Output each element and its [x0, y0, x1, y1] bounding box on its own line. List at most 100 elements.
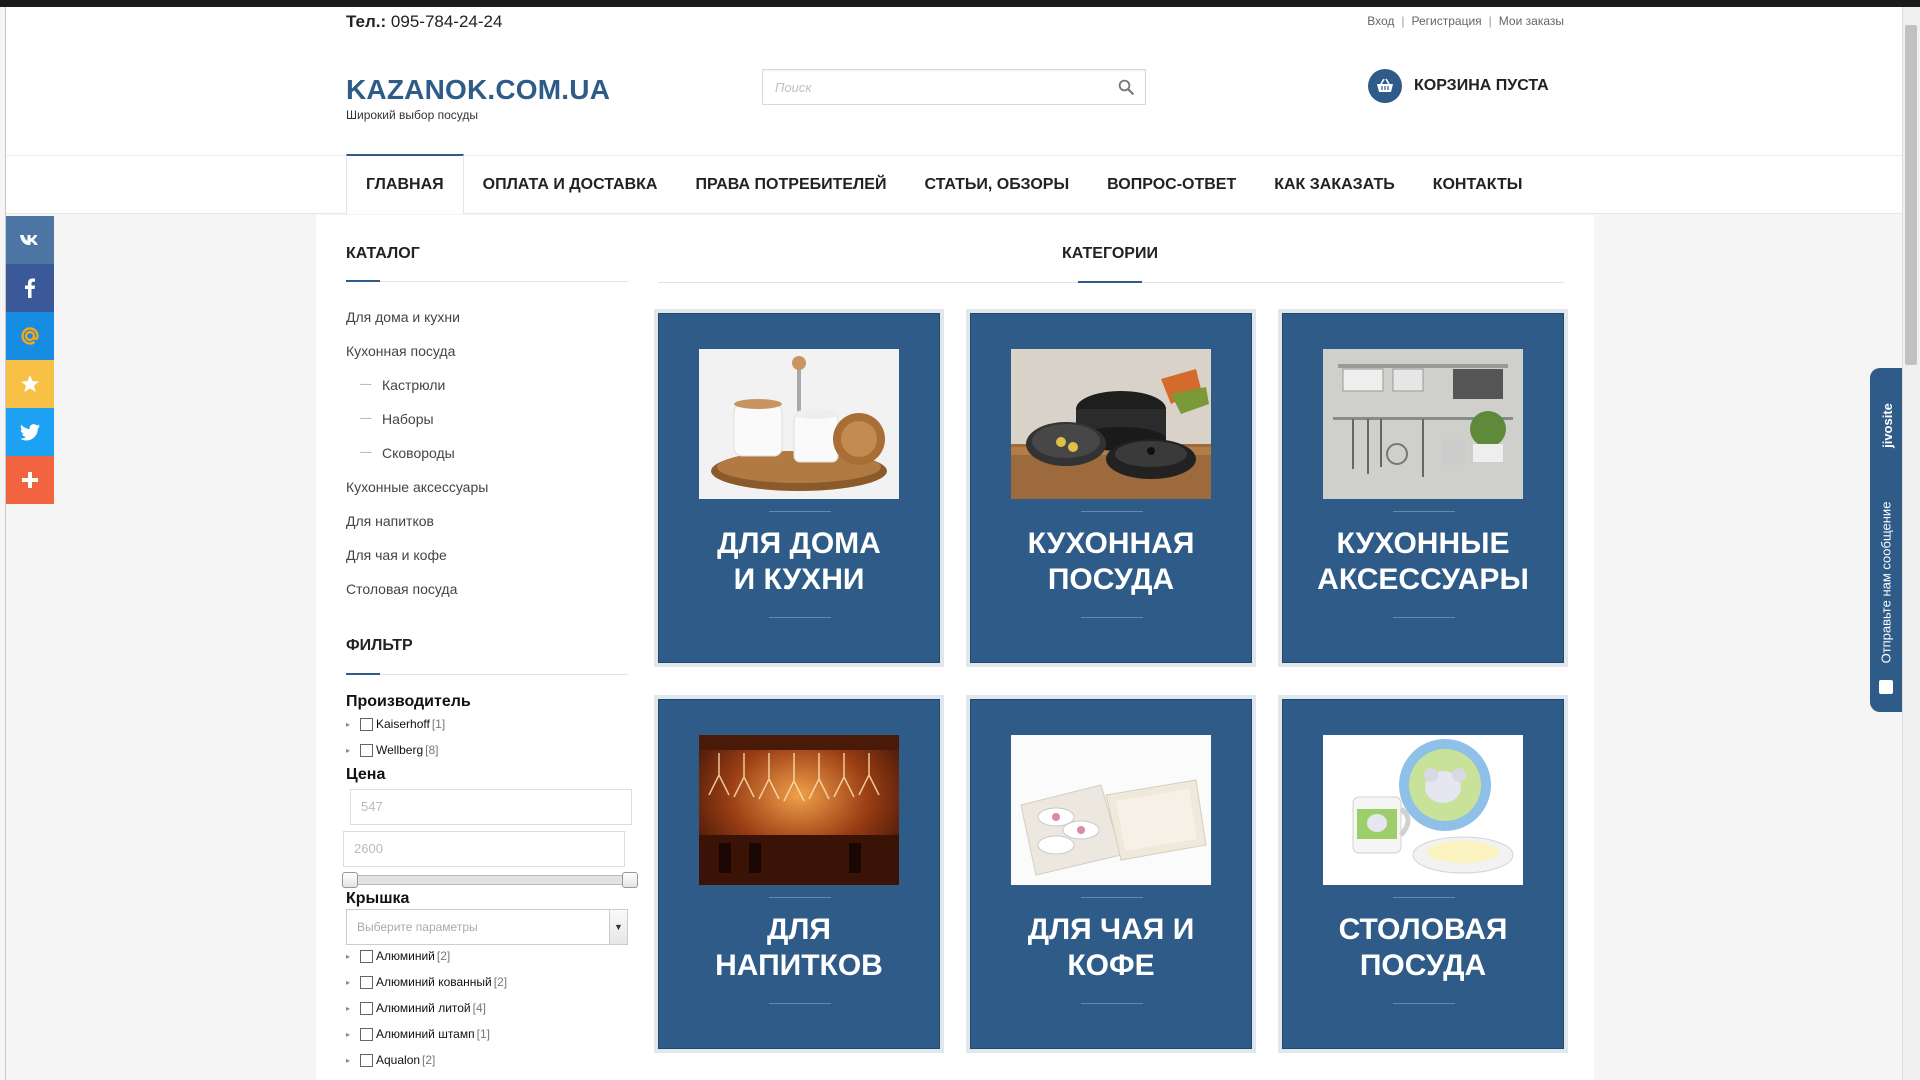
- category-title[interactable]: СТОЛОВАЯ ПОСУДА: [1283, 912, 1563, 984]
- chat-prompt[interactable]: Отправьте нам сообщение: [1869, 492, 1903, 672]
- chat-icon[interactable]: [1879, 680, 1893, 694]
- checkbox[interactable]: [360, 1027, 373, 1041]
- price-slider-track[interactable]: [345, 875, 637, 885]
- catalog-item-drinks[interactable]: Для напитков: [346, 509, 488, 543]
- category-title[interactable]: КУХОННЫЕ АКСЕССУАРЫ: [1283, 526, 1563, 598]
- category-card-drinks[interactable]: ДЛЯ НАПИТКОВ: [654, 695, 944, 1053]
- manufacturer-option[interactable]: ▸ Wellberg [8]: [346, 743, 438, 757]
- account-links: Вход | Регистрация | Мои заказы: [1367, 14, 1564, 28]
- category-image[interactable]: [1323, 735, 1523, 885]
- option-count: [4]: [472, 1001, 486, 1015]
- divider: [769, 511, 831, 512]
- option-name: Алюминий штамп: [376, 1027, 475, 1041]
- category-title[interactable]: ДЛЯ ДОМА И КУХНИ: [659, 526, 939, 598]
- category-title[interactable]: ДЛЯ ЧАЯ И КОФЕ: [971, 912, 1251, 984]
- facebook-icon[interactable]: [6, 264, 54, 312]
- search-input[interactable]: [763, 70, 1093, 104]
- divider: [1393, 897, 1455, 898]
- nav-faq[interactable]: ВОПРОС-ОТВЕТ: [1088, 156, 1255, 214]
- catalog-item-tea-coffee[interactable]: Для чая и кофе: [346, 543, 488, 577]
- lid-option[interactable]: ▸ Алюминий литой [4]: [346, 1001, 486, 1015]
- mail-icon[interactable]: [6, 312, 54, 360]
- login-link[interactable]: Вход: [1367, 14, 1394, 28]
- catalog-item-cookware[interactable]: Кухонная посуда: [346, 339, 488, 373]
- chevron-down-icon[interactable]: ▼: [609, 910, 627, 944]
- category-card-tableware[interactable]: СТОЛОВАЯ ПОСУДА: [1278, 695, 1568, 1053]
- expand-arrow-icon[interactable]: ▸: [346, 978, 360, 987]
- expand-arrow-icon[interactable]: ▸: [346, 1056, 360, 1065]
- lid-option[interactable]: ▸ Алюминий штамп [1]: [346, 1027, 490, 1041]
- catalog-item-tableware[interactable]: Столовая посуда: [346, 577, 488, 611]
- price-slider-min-handle[interactable]: [342, 872, 358, 888]
- category-image[interactable]: [699, 349, 899, 499]
- plus-icon[interactable]: [6, 456, 54, 504]
- search-icon[interactable]: [1117, 78, 1135, 96]
- checkbox[interactable]: [360, 743, 373, 757]
- option-name: Алюминий литой: [376, 1001, 471, 1015]
- manufacturer-option[interactable]: ▸ Kaiserhoff [1]: [346, 717, 445, 731]
- price-slider-max-handle[interactable]: [622, 872, 638, 888]
- category-card-tea-coffee[interactable]: ДЛЯ ЧАЯ И КОФЕ: [966, 695, 1256, 1053]
- checkbox[interactable]: [360, 949, 373, 963]
- divider: [1393, 511, 1455, 512]
- nav-articles[interactable]: СТАТЬИ, ОБЗОРЫ: [905, 156, 1088, 214]
- catalog-list: Для дома и кухни Кухонная посуда Кастрюл…: [346, 305, 488, 611]
- lid-label: Крышка: [346, 890, 410, 907]
- catalog-item-pots[interactable]: Кастрюли: [346, 373, 488, 407]
- option-name: Aqualon: [376, 1053, 421, 1067]
- main-nav: ГЛАВНАЯ ОПЛАТА И ДОСТАВКА ПРАВА ПОТРЕБИТ…: [346, 154, 1542, 214]
- cart[interactable]: КОРЗИНА ПУСТА: [1368, 69, 1549, 103]
- catalog-item-accessories[interactable]: Кухонные аксессуары: [346, 475, 488, 509]
- catalog-item-frying-pans[interactable]: Сковороды: [346, 441, 488, 475]
- checkbox[interactable]: [360, 717, 373, 731]
- register-link[interactable]: Регистрация: [1412, 14, 1482, 28]
- vk-icon[interactable]: [6, 216, 54, 264]
- category-card-cookware[interactable]: КУХОННАЯ ПОСУДА: [966, 309, 1256, 667]
- manufacturer-label: Производитель: [346, 693, 471, 710]
- category-image[interactable]: [1323, 349, 1523, 499]
- category-image[interactable]: [699, 735, 899, 885]
- price-max-input[interactable]: 2600: [343, 831, 625, 867]
- option-name: Kaiserhoff: [376, 717, 430, 731]
- cart-status[interactable]: КОРЗИНА ПУСТА: [1414, 77, 1549, 95]
- star-icon[interactable]: [6, 360, 54, 408]
- category-image[interactable]: [1011, 349, 1211, 499]
- twitter-icon[interactable]: [6, 408, 54, 456]
- jivosite-logo[interactable]: jivosite: [1872, 395, 1902, 455]
- expand-arrow-icon[interactable]: ▸: [346, 952, 360, 961]
- chat-brand: jivosite: [1879, 402, 1895, 448]
- checkbox[interactable]: [360, 1001, 373, 1015]
- lid-option[interactable]: ▸ Aqualon [2]: [346, 1053, 435, 1067]
- category-card-accessories[interactable]: КУХОННЫЕ АКСЕССУАРЫ: [1278, 309, 1568, 667]
- category-title[interactable]: ДЛЯ НАПИТКОВ: [659, 912, 939, 984]
- select-placeholder: Выберите параметры: [357, 920, 478, 934]
- nav-how-to-order[interactable]: КАК ЗАКАЗАТЬ: [1255, 156, 1413, 214]
- category-card-home-kitchen[interactable]: ДЛЯ ДОМА И КУХНИ: [654, 309, 944, 667]
- basket-icon[interactable]: [1368, 69, 1402, 103]
- chat-prompt-text: Отправьте нам сообщение: [1878, 501, 1894, 663]
- lid-select[interactable]: Выберите параметры ▼: [346, 909, 628, 945]
- expand-arrow-icon[interactable]: ▸: [346, 1004, 360, 1013]
- expand-arrow-icon[interactable]: ▸: [346, 746, 360, 755]
- nav-contacts[interactable]: КОНТАКТЫ: [1414, 156, 1542, 214]
- nav-consumer-rights[interactable]: ПРАВА ПОТРЕБИТЕЛЕЙ: [676, 156, 905, 214]
- expand-arrow-icon[interactable]: ▸: [346, 1030, 360, 1039]
- price-min-input[interactable]: 547: [350, 789, 632, 825]
- expand-arrow-icon[interactable]: ▸: [346, 720, 360, 729]
- catalog-item-home-kitchen[interactable]: Для дома и кухни: [346, 305, 488, 339]
- lid-option[interactable]: ▸ Алюминий [2]: [346, 949, 450, 963]
- option-count: [8]: [425, 743, 439, 757]
- catalog-item-sets[interactable]: Наборы: [346, 407, 488, 441]
- scrollbar-thumb[interactable]: [1905, 25, 1917, 365]
- page-scrollbar[interactable]: [1902, 7, 1920, 1080]
- checkbox[interactable]: [360, 1053, 373, 1067]
- browser-top-border: [0, 0, 1920, 7]
- my-orders-link[interactable]: Мои заказы: [1499, 14, 1564, 28]
- checkbox[interactable]: [360, 975, 373, 989]
- site-logo[interactable]: KAZANOK.COM.UA: [346, 74, 610, 106]
- category-title[interactable]: КУХОННАЯ ПОСУДА: [971, 526, 1251, 598]
- lid-option[interactable]: ▸ Алюминий кованный [2]: [346, 975, 507, 989]
- nav-home[interactable]: ГЛАВНАЯ: [346, 154, 464, 214]
- category-image[interactable]: [1011, 735, 1211, 885]
- nav-payment-delivery[interactable]: ОПЛАТА И ДОСТАВКА: [464, 156, 677, 214]
